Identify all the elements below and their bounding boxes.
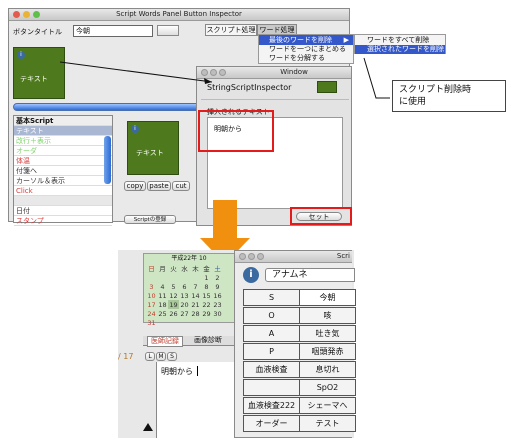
calendar-date [179, 318, 190, 327]
panel-grid-button[interactable]: 今朝 [299, 289, 356, 306]
calendar-title: 平成22年 10 [171, 255, 207, 262]
calendar-date [190, 318, 201, 327]
page-indicator: / 17 [118, 352, 134, 361]
calendar-date[interactable]: 13 [179, 291, 190, 300]
calendar-day-header: 月 [159, 265, 166, 273]
calendar-date[interactable]: 4 [157, 282, 168, 291]
calendar-date[interactable]: 2 [212, 273, 223, 282]
calendar-date[interactable]: 9 [212, 282, 223, 291]
tab-imaging[interactable]: 画像診断 [191, 336, 225, 345]
calendar-day-header: 日 [148, 265, 155, 273]
calendar-day-header: 金 [203, 265, 210, 273]
calendar-date [201, 318, 212, 327]
calendar-date [168, 318, 179, 327]
calendar-date[interactable]: 23 [212, 300, 223, 309]
calendar-date[interactable]: 5 [168, 282, 179, 291]
calendar-date[interactable]: 11 [157, 291, 168, 300]
calendar-date [146, 273, 157, 282]
panel-grid-button[interactable]: シェーマへ [299, 397, 356, 414]
calendar-date[interactable]: 17 [146, 300, 157, 309]
script-button-grid: S 今朝 O 咳 A 吐き気 P 咽頭発赤 血液検査 息切れ SpO2 血液検査222 シェーマへ オーダ… [243, 289, 356, 435]
size-buttons: LMS [145, 352, 178, 362]
calendar-date[interactable]: 22 [201, 300, 212, 309]
calendar-date [212, 318, 223, 327]
calendar-date[interactable]: 18 [157, 300, 168, 309]
panel-grid-button[interactable]: 血液検査 [243, 361, 300, 378]
calendar: 平成22年 10 日月火水木金土 1 2 3 4 5 6 7 8 9 10 11 12 13 14 15 16 1… [143, 253, 235, 327]
calendar-date[interactable]: 28 [190, 309, 201, 318]
calendar-date[interactable]: 19 [168, 300, 179, 309]
calendar-date [179, 273, 190, 282]
calendar-day-header: 土 [214, 265, 221, 273]
calendar-day-header: 火 [170, 265, 177, 273]
calendar-date[interactable]: 27 [179, 309, 190, 318]
minimize-button[interactable] [248, 253, 255, 260]
calendar-grid: 日月火水木金土 1 2 3 4 5 6 7 8 9 10 11 12 13 14 15 16 17 18 19 20 21… [146, 263, 223, 327]
panel-grid-button[interactable]: P [243, 343, 300, 360]
close-button[interactable] [239, 253, 246, 260]
panel-grid-button[interactable]: A [243, 325, 300, 342]
calendar-day-header: 木 [192, 265, 199, 273]
calendar-date[interactable]: 29 [201, 309, 212, 318]
calendar-date[interactable]: 12 [168, 291, 179, 300]
panel-grid-button[interactable] [243, 379, 300, 396]
panel-grid-button[interactable]: 吐き気 [299, 325, 356, 342]
calendar-date[interactable]: 26 [168, 309, 179, 318]
panel-titlebar: Scri [235, 251, 352, 263]
calendar-date[interactable]: 16 [212, 291, 223, 300]
anamnesis-label: アナムネ [272, 270, 308, 280]
calendar-date[interactable]: 30 [212, 309, 223, 318]
calendar-date [157, 273, 168, 282]
calendar-date[interactable]: 14 [190, 291, 201, 300]
calendar-date [168, 273, 179, 282]
orange-arrow-shaft [213, 200, 237, 240]
calendar-date[interactable]: 3 [146, 282, 157, 291]
script-panel-window: Scri i アナムネ S 今朝 O 咳 A 吐き気 P 咽頭発赤 血液検査 息切れ SpO2 血液検… [234, 250, 356, 438]
size-button-s[interactable]: S [167, 352, 177, 361]
anamnesis-field[interactable]: アナムネ [265, 268, 355, 282]
calendar-date [190, 273, 201, 282]
calendar-date[interactable]: 10 [146, 291, 157, 300]
panel-grid-button[interactable]: オーダー [243, 415, 300, 432]
zoom-button[interactable] [257, 253, 264, 260]
panel-grid-button[interactable]: S [243, 289, 300, 306]
calendar-date[interactable]: 6 [179, 282, 190, 291]
panel-grid-button[interactable]: SpO2 [299, 379, 356, 396]
size-button-m[interactable]: M [156, 352, 166, 361]
tab-doctor-record[interactable]: 医師記録 [147, 336, 183, 347]
calendar-date[interactable]: 31 [146, 318, 157, 327]
panel-grid-button[interactable]: O [243, 307, 300, 324]
calendar-date[interactable]: 1 [201, 273, 212, 282]
calendar-date[interactable]: 8 [201, 282, 212, 291]
panel-grid-button[interactable]: 咽頭発赤 [299, 343, 356, 360]
info-icon[interactable]: i [243, 267, 259, 283]
calendar-date[interactable]: 7 [190, 282, 201, 291]
calendar-date[interactable]: 15 [201, 291, 212, 300]
calendar-date[interactable]: 21 [190, 300, 201, 309]
calendar-date[interactable]: 24 [146, 309, 157, 318]
panel-grid-button[interactable]: 息切れ [299, 361, 356, 378]
calendar-day-header: 水 [181, 265, 188, 273]
panel-grid-button[interactable]: テスト [299, 415, 356, 432]
calendar-date[interactable]: 25 [157, 309, 168, 318]
scroll-up-arrow-icon[interactable] [142, 422, 154, 432]
panel-grid-button[interactable]: 血液検査222 [243, 397, 300, 414]
size-button-l[interactable]: L [145, 352, 155, 361]
text-cursor [197, 366, 198, 376]
calendar-date [157, 318, 168, 327]
note-text: 明朝から [161, 367, 193, 376]
panel-grid-button[interactable]: 咳 [299, 307, 356, 324]
panel-title: Scri [336, 252, 350, 260]
calendar-date[interactable]: 20 [179, 300, 190, 309]
